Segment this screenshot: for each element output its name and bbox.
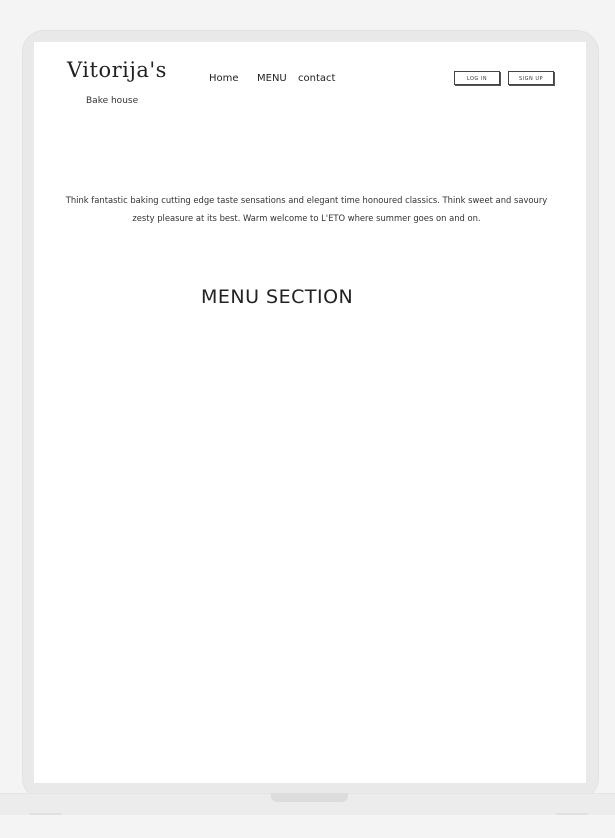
signup-button[interactable]: SIGN UP — [508, 71, 554, 85]
login-button[interactable]: LOG IN — [454, 71, 500, 85]
brand-logo[interactable]: Vitorija's — [67, 58, 167, 82]
brand-tagline: Bake house — [86, 96, 139, 106]
nav-contact[interactable]: contact — [298, 73, 335, 84]
laptop-notch — [271, 793, 348, 802]
section-title: MENU SECTION — [201, 286, 354, 308]
laptop-foot-left — [30, 813, 62, 815]
intro-text: Think fantastic baking cutting edge tast… — [65, 195, 548, 223]
nav-menu[interactable]: MENU — [257, 73, 287, 84]
laptop-foot-right — [556, 813, 588, 815]
screen — [34, 42, 586, 783]
nav-home[interactable]: Home — [209, 73, 239, 84]
